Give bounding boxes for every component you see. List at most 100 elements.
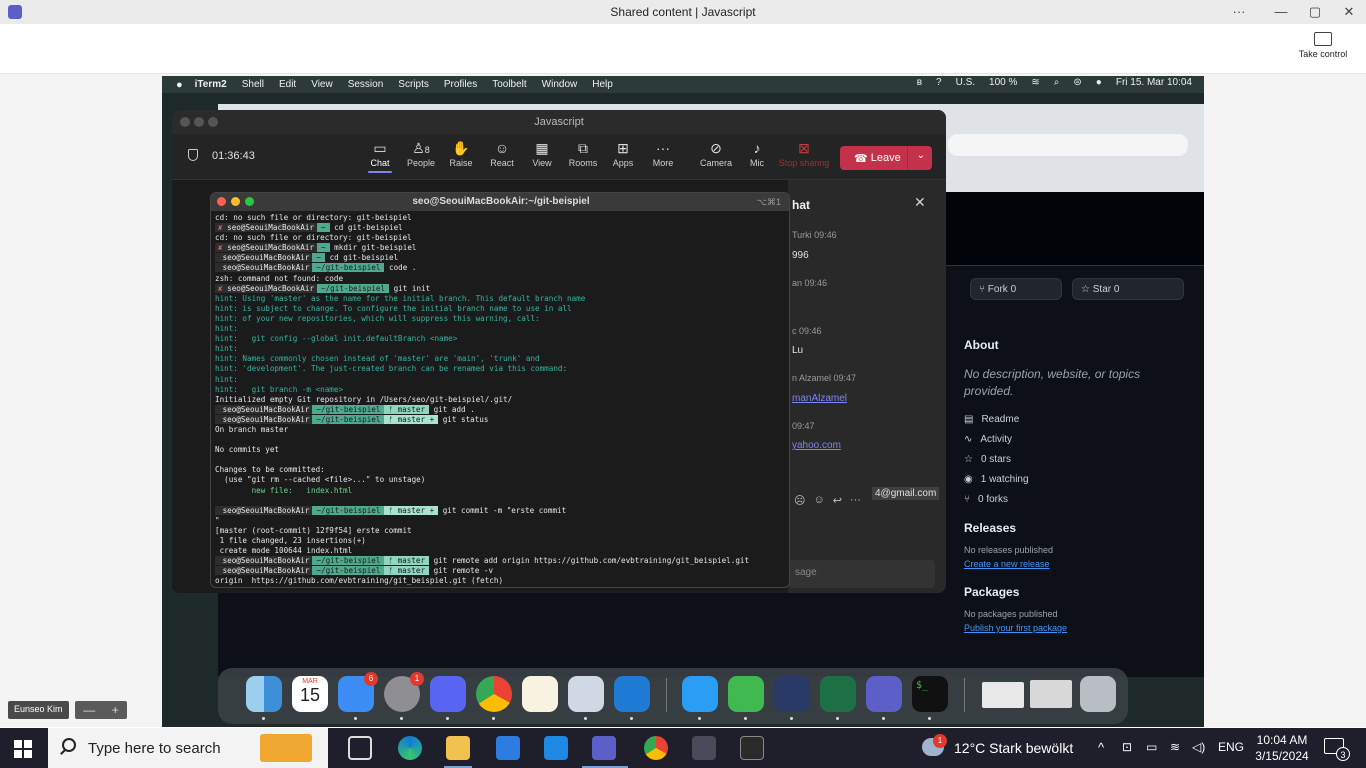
leave-button[interactable]: ☎ Leave ⌄ — [840, 146, 932, 170]
meet-now-icon[interactable]: ⊡ — [1122, 740, 1132, 754]
store-icon[interactable] — [496, 736, 520, 760]
calendar-icon[interactable]: MAR 15 — [292, 676, 328, 712]
document-thumbnail-icon[interactable] — [982, 682, 1024, 708]
emoji-icon[interactable]: ☹ — [794, 494, 805, 507]
terminal-line: ✘ seo@SeouiMacBookAir ~ mkdir git-beispie… — [215, 243, 789, 253]
clock-date: 3/15/2024 — [1255, 749, 1309, 763]
people-button[interactable]: ♙8 People — [401, 140, 441, 168]
prompt-host: ✘ seo@SeouiMacBookAir — [215, 243, 318, 253]
apps-button[interactable]: ⊞ Apps — [603, 140, 643, 168]
zoom-dot-icon[interactable] — [245, 197, 254, 206]
stat-readme[interactable]: ▤ Readme — [964, 414, 1184, 425]
chevron-up-icon[interactable]: ^ — [1098, 740, 1104, 755]
teams-toolbar: Take control — [0, 24, 1366, 74]
zoom-out-button[interactable]: — — [83, 703, 95, 717]
terminal-line: ✘ seo@SeouiMacBookAir ~/git-beispiel git … — [215, 283, 789, 294]
minimize-button[interactable]: — — [1264, 2, 1298, 22]
mic-button[interactable]: ♪ Mic — [737, 140, 777, 168]
teams-icon[interactable] — [866, 676, 902, 712]
dock-separator — [666, 678, 667, 712]
task-view-icon[interactable] — [348, 736, 372, 760]
rooms-label: Rooms — [568, 158, 598, 168]
packages-text: No packages published — [964, 609, 1058, 619]
weather-text[interactable]: 12°C Stark bewölkt — [954, 740, 1073, 756]
more-button[interactable]: ··· More — [643, 140, 683, 168]
file-explorer-icon[interactable] — [446, 736, 470, 760]
maximize-button[interactable]: ▢ — [1298, 2, 1332, 22]
chat-input[interactable]: sage — [789, 560, 935, 588]
chevron-down-icon[interactable]: ⌄ — [917, 150, 925, 161]
preview-icon[interactable] — [568, 676, 604, 712]
volume-icon[interactable]: ◁) — [1192, 740, 1205, 754]
edge-icon[interactable] — [398, 736, 422, 760]
discord-icon[interactable] — [430, 676, 466, 712]
chat-button[interactable]: ▭ Chat — [360, 140, 400, 173]
chat-message-meta: n Alzamel 09:47 — [792, 373, 857, 383]
taskbar-search[interactable]: Type here to search — [48, 728, 328, 768]
taskbar-clock[interactable]: 10:04 AM 3/15/2024 — [1250, 732, 1314, 764]
teams-icon[interactable] — [592, 736, 616, 760]
battery-icon[interactable]: ▭ — [1146, 740, 1157, 754]
wifi-icon[interactable]: ≋ — [1170, 740, 1180, 754]
notes-icon[interactable] — [522, 676, 558, 712]
view-button[interactable]: ▦ View — [522, 140, 562, 168]
close-icon[interactable]: ✕ — [914, 194, 926, 211]
reply-icon[interactable]: ↩ — [833, 494, 842, 507]
terminal-icon[interactable] — [740, 736, 764, 760]
windows-start-icon[interactable] — [14, 740, 32, 758]
prompt-host: seo@SeouiMacBookAir — [215, 556, 313, 566]
grid-icon: ▦ — [535, 140, 549, 156]
terminal-line: hint: Names commonly chosen instead of '… — [215, 354, 540, 364]
keynote-icon[interactable] — [682, 676, 718, 712]
vscode-icon[interactable] — [614, 676, 650, 712]
close-dot-icon[interactable] — [180, 117, 190, 127]
document-thumbnail-icon[interactable] — [1030, 680, 1072, 708]
publish-package-link[interactable]: Publish your first package — [964, 623, 1184, 633]
raise-hand-button[interactable]: ✋ Raise — [441, 140, 481, 168]
stat-activity[interactable]: ∿ Activity — [964, 434, 1184, 445]
prompt-host: seo@SeouiMacBookAir — [215, 263, 313, 273]
close-button[interactable]: ✕ — [1332, 2, 1366, 22]
stat-watching[interactable]: ◉ 1 watching — [964, 474, 1184, 485]
stat-forks[interactable]: ⑂ 0 forks — [964, 494, 1184, 505]
chrome-icon[interactable] — [644, 736, 668, 760]
stop-sharing-button[interactable]: ⊠ Stop sharing — [778, 140, 830, 168]
terminal-output[interactable]: cd: no such file or directory: git-beisp… — [215, 213, 789, 587]
chrome-icon[interactable] — [476, 676, 512, 712]
create-release-link[interactable]: Create a new release — [964, 559, 1184, 569]
camera-button[interactable]: ⊘ Camera — [696, 140, 736, 168]
minimize-dot-icon[interactable] — [194, 117, 204, 127]
minimize-dot-icon[interactable] — [231, 197, 240, 206]
trash-icon[interactable] — [1080, 676, 1116, 712]
take-control-button[interactable]: Take control — [1294, 32, 1352, 59]
shared-mac-screen[interactable]: ● iTerm2 Shell Edit View Session Scripts… — [162, 76, 1204, 727]
more-options-button[interactable]: ··· — [1222, 2, 1256, 22]
terminal-line: hint: git config --global init.defaultBr… — [215, 334, 458, 344]
chat-message-link[interactable]: yahoo.com — [792, 440, 841, 451]
address-bar[interactable] — [948, 134, 1188, 156]
numbers-icon[interactable] — [728, 676, 764, 712]
rooms-button[interactable]: ⧉ Rooms — [563, 140, 603, 168]
finder-icon[interactable] — [246, 676, 282, 712]
zoom-in-button[interactable]: + — [112, 703, 119, 717]
app-icon[interactable] — [774, 676, 810, 712]
chat-message-link[interactable]: manAlzamel — [792, 393, 847, 404]
fork-button[interactable]: ⑂ Fork 0 — [970, 278, 1062, 300]
close-dot-icon[interactable] — [217, 197, 226, 206]
stat-stars[interactable]: ☆ 0 stars — [964, 454, 1184, 465]
about-title: About — [964, 338, 999, 352]
prompt-host: seo@SeouiMacBookAir — [215, 404, 313, 414]
excel-icon[interactable] — [820, 676, 856, 712]
app-icon[interactable] — [692, 736, 716, 760]
search-icon — [62, 738, 76, 752]
more-icon[interactable]: ··· — [850, 494, 861, 507]
zoom-dot-icon[interactable] — [208, 117, 218, 127]
mail-icon[interactable] — [544, 736, 568, 760]
add-reaction-icon[interactable]: ☺ — [813, 494, 824, 507]
star-button[interactable]: ☆ Star 0 — [1072, 278, 1184, 300]
language-indicator[interactable]: ENG — [1218, 740, 1244, 754]
react-button[interactable]: ☺ React — [482, 140, 522, 168]
iterm-window[interactable]: seo@SeouiMacBookAir:~/git-beispiel ⌥⌘1 c… — [210, 192, 790, 588]
iterm-icon[interactable]: $_ — [912, 676, 948, 712]
